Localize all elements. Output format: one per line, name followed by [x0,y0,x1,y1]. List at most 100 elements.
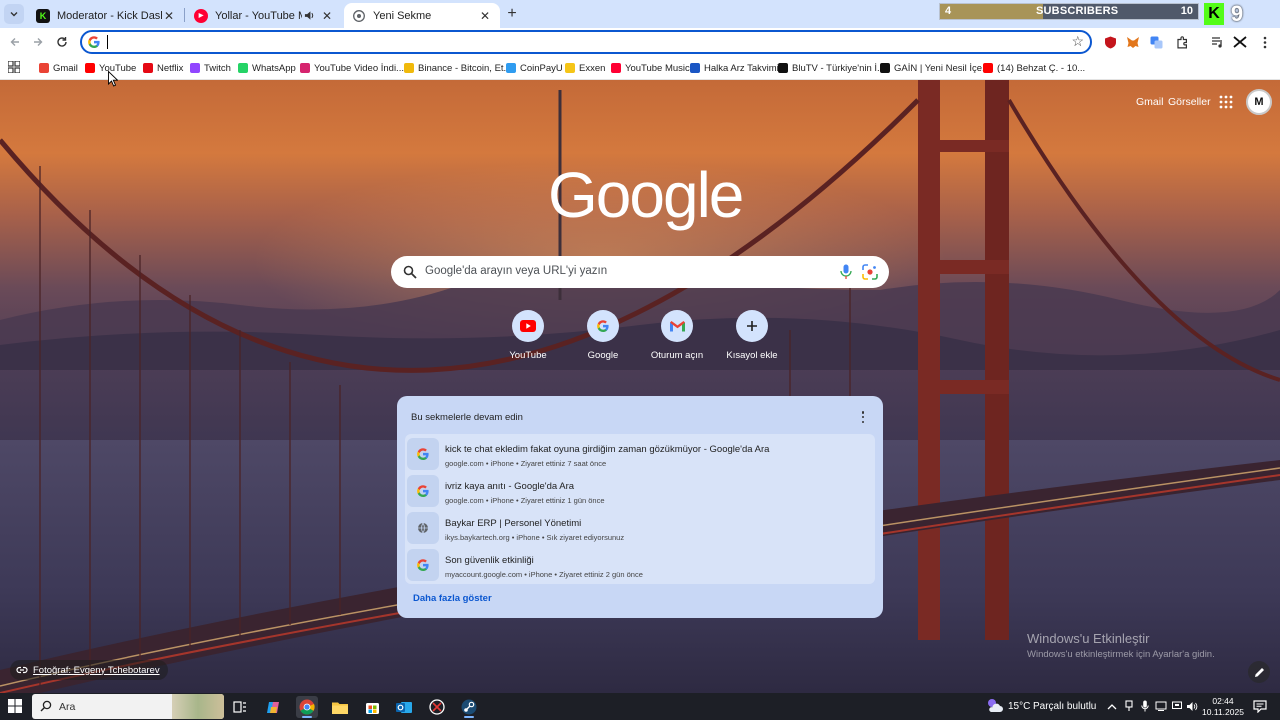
clock-time[interactable]: 02:44 [1203,696,1243,706]
taskbar-search[interactable]: Ara [32,694,224,719]
bookmark-item[interactable]: Halka Arz Takvimi [690,60,779,76]
bookmark-label: (14) Behzat Ç. - 10... [997,62,1086,74]
photo-credit-link[interactable]: Fotoğraf: Evgeny Tchebotarev [10,660,168,680]
outlook-icon[interactable] [393,696,415,718]
bookmark-item[interactable]: Twitch [190,60,231,76]
list-item[interactable]: Son güvenlik etkinliği myaccount.google.… [405,547,875,583]
plus-icon: + [507,5,517,22]
bookmark-item[interactable]: Gmail [39,60,78,76]
halka-arz-icon [690,63,700,73]
close-tab-icon[interactable]: ✕ [162,9,176,23]
chrome-taskbar-icon[interactable] [296,696,318,718]
bookmark-item[interactable]: CoinPayU [506,60,563,76]
shortcut-sign-in[interactable]: Oturum açın [639,308,715,361]
tab-youtube-music[interactable]: ▶ Yollar - YouTube Music ✕ [186,3,342,28]
clock-date[interactable]: 10.11.2025 [1200,707,1246,717]
chevron-up-icon[interactable] [1106,700,1118,712]
chrome-newtab-icon [352,9,366,23]
bookmark-item[interactable]: YouTube Music [611,60,690,76]
search-placeholder: Google'da arayın veya URL'yi yazın [425,265,608,277]
xbox-app-icon[interactable] [426,696,448,718]
gmail-link[interactable]: Gmail [1136,96,1163,108]
steam-icon[interactable] [458,696,480,718]
google-g-icon [407,438,439,470]
continue-tabs-card: Bu sekmelerle devam edin kick te chat ek… [397,396,883,618]
file-explorer-icon[interactable] [329,696,351,718]
bookmark-item[interactable]: Netflix [143,60,183,76]
usb-device-icon[interactable] [1123,700,1135,712]
address-input[interactable] [106,34,1056,50]
microphone-icon[interactable] [1139,700,1151,712]
close-tab-icon[interactable]: ✕ [320,9,334,23]
youtube-music-icon: ▶ [194,8,208,23]
active-indicator [302,716,312,718]
bookmark-item[interactable]: BluTV - Türkiye'nin İ... [778,60,885,76]
volume-icon[interactable] [1186,700,1198,712]
microsoft-store-icon[interactable] [361,696,383,718]
weather-description: Parçalı bulutlu [1033,701,1097,712]
shortcut-google[interactable]: Google [565,308,641,361]
network-icon[interactable] [1155,700,1167,712]
customize-chrome-button[interactable] [1248,661,1270,683]
voice-search-icon[interactable] [840,264,852,280]
card-list: kick te chat ekledim fakat oyuna girdiği… [405,434,875,584]
extensions-puzzle-icon[interactable] [1174,34,1190,50]
speaker-icon[interactable] [302,9,316,23]
bookmark-item[interactable]: Binance - Bitcoin, Et... [404,60,511,76]
list-item[interactable]: kick te chat ekledim fakat oyuna girdiği… [405,436,875,472]
show-more-link[interactable]: Daha fazla göster [413,593,492,604]
bookmark-item[interactable]: (14) Behzat Ç. - 10... [983,60,1085,76]
capcut-extension-icon[interactable] [1232,34,1248,50]
shortcut-label: Oturum açın [650,350,704,361]
bookmark-star-icon[interactable]: ☆ [1071,33,1084,50]
shortcut-label: Google [587,350,619,361]
reload-button[interactable] [52,32,72,52]
windows-taskbar: Ara 15°C Parçalı bulutlu 02:44 10.11.202… [0,693,1280,720]
bookmark-item[interactable]: WhatsApp [238,60,296,76]
bookmark-item[interactable]: Exxen [565,60,605,76]
weather-partly-cloudy-icon[interactable] [986,697,1004,715]
reload-icon [57,37,67,47]
list-item[interactable]: ivriz kaya anıtı - Google'da Ara google.… [405,473,875,509]
item-title: Son güvenlik etkinliği [445,555,534,566]
shortcut-add[interactable]: Kısayol ekle [714,308,790,361]
bookmark-item[interactable]: YouTube Video İndi... [300,60,404,76]
menu-kebab-icon[interactable] [1257,34,1273,50]
task-view-icon[interactable] [229,696,251,718]
forward-button[interactable] [28,32,48,52]
shortcut-label: Kısayol ekle [726,350,778,361]
address-bar[interactable]: ☆ [80,30,1092,54]
tab-search-button[interactable] [4,4,24,24]
ethernet-icon[interactable] [1171,700,1183,712]
media-controls-icon[interactable] [1209,34,1225,50]
item-subtitle: myaccount.google.com • iPhone • Ziyaret … [445,570,643,579]
apps-grid-icon[interactable] [8,61,20,73]
bookmark-item[interactable]: GAİN | Yeni Nesil İçe... [880,60,990,76]
translate-extension-icon[interactable] [1148,34,1164,50]
new-tab-page: Gmail Görseller M Google Google'da arayı… [0,80,1280,693]
metamask-extension-icon[interactable] [1125,34,1141,50]
search-box[interactable]: Google'da arayın veya URL'yi yazın [391,256,889,288]
twitch-icon [190,63,200,73]
back-button[interactable] [5,32,25,52]
copilot-icon[interactable] [262,696,284,718]
bookmark-label: YouTube Music [625,62,690,74]
link-icon [16,666,28,674]
tab-new-tab[interactable]: Yeni Sekme ✕ [344,3,500,28]
google-lens-icon[interactable] [862,264,878,280]
list-item[interactable]: Baykar ERP | Personel Yönetimi ikys.bayk… [405,510,875,546]
plus-icon [736,310,768,342]
shortcut-youtube[interactable]: YouTube [490,308,566,361]
close-tab-icon[interactable]: ✕ [478,9,492,23]
ublock-extension-icon[interactable] [1102,34,1118,50]
subscriber-progress-fill [940,4,1044,19]
windows-start-icon[interactable] [8,699,22,713]
notification-center-icon[interactable] [1253,700,1267,713]
images-link[interactable]: Görseller [1168,96,1211,108]
tab-kick-dashboard[interactable]: K Moderator - Kick Dashboard ✕ [28,3,184,28]
google-apps-icon[interactable] [1219,95,1233,109]
new-tab-button[interactable]: + [503,5,521,23]
account-avatar[interactable]: M [1246,89,1272,115]
item-subtitle: google.com • iPhone • Ziyaret ettiniz 1 … [445,496,605,505]
card-menu-icon[interactable] [857,410,869,424]
